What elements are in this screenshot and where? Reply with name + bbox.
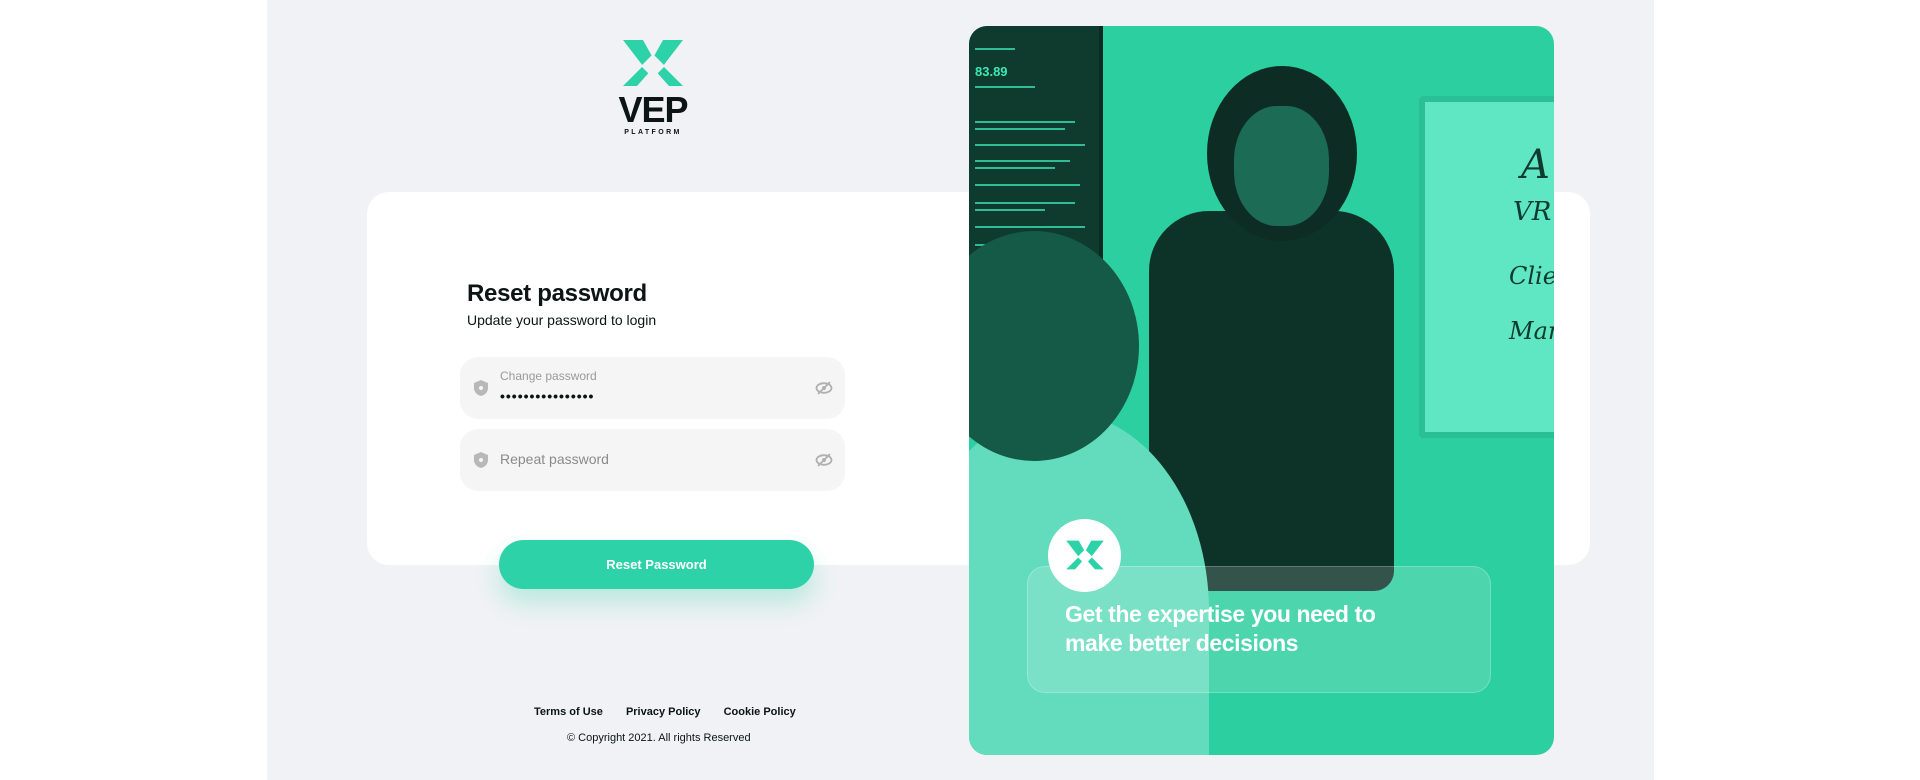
- new-password-field[interactable]: Change password ••••••••••••••••: [460, 357, 845, 419]
- eye-off-icon[interactable]: [815, 451, 833, 474]
- eye-off-icon[interactable]: [815, 379, 833, 402]
- vep-mark-icon: [1066, 540, 1104, 570]
- new-password-label: Change password: [500, 369, 597, 383]
- board-word: Mark: [1509, 317, 1554, 345]
- page-title: Reset password: [467, 280, 647, 307]
- privacy-link[interactable]: Privacy Policy: [626, 706, 701, 718]
- hero-photo: 83.89 A VR Clien Mark Get the expertise …: [969, 26, 1554, 755]
- shield-icon: [473, 379, 489, 402]
- hero-headline: Get the expertise you need to make bette…: [1065, 601, 1376, 656]
- monitor-price: 83.89: [975, 64, 1008, 79]
- terms-link[interactable]: Terms of Use: [534, 706, 603, 718]
- monitor-screen: 83.89: [969, 26, 1103, 266]
- logo-wordmark: VEP: [618, 89, 688, 130]
- vep-logo: VEP PLATFORM: [613, 38, 693, 142]
- copyright-text: © Copyright 2021. All rights Reserved: [567, 732, 751, 744]
- vep-mark-icon: [623, 40, 683, 86]
- reset-password-button[interactable]: Reset Password: [499, 540, 814, 589]
- board-word: A: [1521, 142, 1550, 188]
- brand-badge: [1048, 519, 1121, 592]
- cookie-link[interactable]: Cookie Policy: [724, 706, 796, 718]
- shield-icon: [473, 451, 489, 474]
- whiteboard: A VR Clien Mark: [1419, 96, 1554, 438]
- new-password-value: ••••••••••••••••: [500, 388, 595, 404]
- footer-links: Terms of Use Privacy Policy Cookie Polic…: [534, 706, 816, 718]
- presenter-face: [1234, 106, 1329, 226]
- board-word: Clien: [1509, 262, 1554, 290]
- board-word: VR: [1513, 197, 1552, 227]
- repeat-password-placeholder: Repeat password: [500, 451, 609, 467]
- page-subtitle: Update your password to login: [467, 312, 657, 328]
- logo-tagline: PLATFORM: [624, 129, 682, 136]
- repeat-password-field[interactable]: Repeat password: [460, 429, 845, 491]
